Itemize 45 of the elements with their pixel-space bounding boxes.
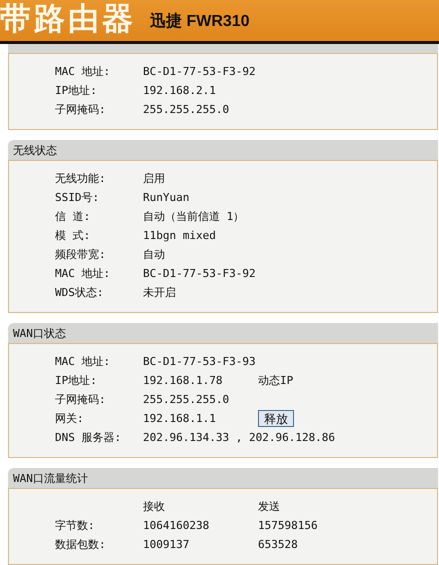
field-value: 192.168.1.78	[143, 374, 224, 387]
field-label: WDS状态:	[55, 285, 104, 300]
table-cell: 157598156	[258, 519, 318, 532]
table-cell-text: 1064160238	[143, 519, 210, 532]
section-title: 无线状态	[8, 140, 438, 160]
page-title: 带路由器	[0, 4, 136, 35]
field-value: RunYuan	[143, 191, 190, 204]
field-value: 255.255.255.0	[143, 393, 230, 406]
field-label: IP地址:	[55, 373, 98, 388]
column-header: 发送	[258, 499, 280, 514]
field-label: MAC 地址:	[55, 64, 112, 79]
field-value: 255.255.255.0	[143, 103, 230, 116]
row-label: 字节数:	[55, 518, 96, 533]
field-value: BC-D1-77-53-F3-92	[143, 267, 256, 280]
field-label: SSID号:	[55, 190, 100, 205]
field-value: 11bgn mixed	[143, 229, 216, 242]
row-label: 数据包数:	[55, 537, 107, 552]
model-name: 迅捷 FWR310	[150, 12, 250, 32]
field-value: 未开启	[143, 285, 176, 300]
field-label: 频段带宽:	[55, 247, 107, 262]
field-label: 网关:	[55, 411, 85, 426]
field-value: 启用	[143, 171, 165, 186]
field-value: BC-D1-77-53-F3-93	[143, 355, 256, 368]
field-note: 动态IP	[258, 373, 294, 388]
field-label: 信 道:	[55, 209, 92, 224]
field-label: DNS 服务器:	[55, 430, 122, 445]
field-value: 202.96.134.33 , 202.96.128.86	[143, 431, 336, 444]
field-label: 子网掩码:	[55, 392, 107, 407]
field-label: MAC 地址:	[55, 354, 112, 369]
column-header: 接收	[143, 499, 166, 514]
table-cell: 653528	[258, 538, 298, 551]
release-button[interactable]: 释放	[258, 410, 294, 427]
field-value: 192.168.2.1	[143, 84, 216, 97]
field-value: 192.168.1.1	[143, 412, 217, 425]
field-value: BC-D1-77-53-F3-92	[143, 65, 256, 78]
field-label: 子网掩码:	[55, 102, 107, 117]
section-title: WAN口流量统计	[8, 468, 438, 488]
field-label: 无线功能:	[55, 171, 107, 186]
field-label: MAC 地址:	[55, 266, 112, 281]
field-value: 自动	[143, 247, 165, 262]
field-label: IP地址:	[55, 83, 98, 98]
section-title: WAN口状态	[8, 323, 438, 343]
field-value: 自动（当前信道 1）	[143, 209, 244, 224]
field-label: 模 式:	[55, 228, 92, 243]
table-cell-text: 1009137	[143, 538, 190, 551]
